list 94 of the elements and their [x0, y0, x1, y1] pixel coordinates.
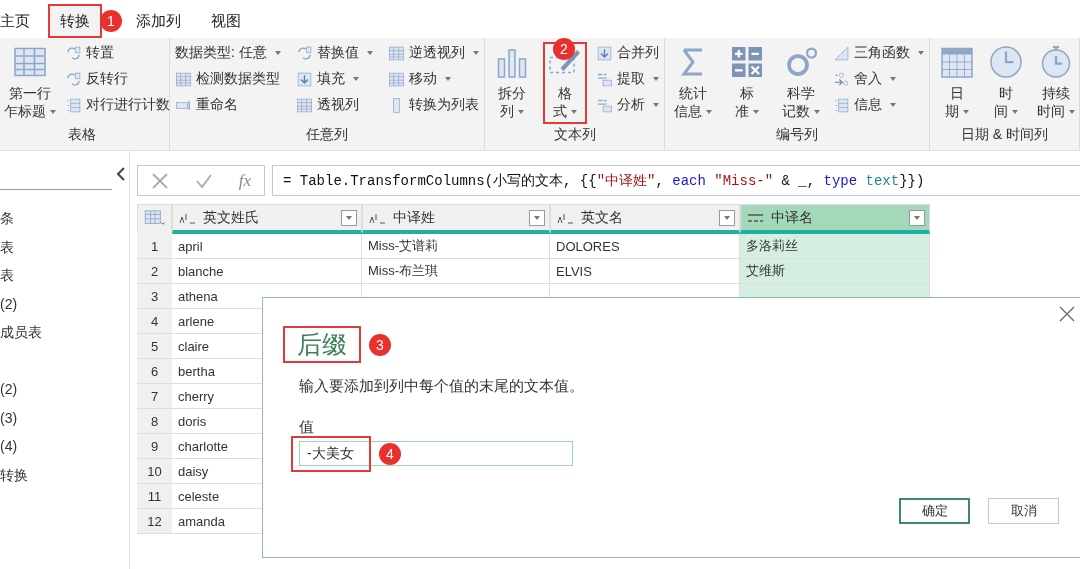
ribbon-button[interactable]: 信息 — [833, 94, 924, 116]
table-icon — [388, 44, 405, 62]
ribbon-tab[interactable]: 视图 — [199, 4, 253, 38]
field-label: 值 — [299, 418, 314, 437]
group-label: 编号列 — [775, 126, 819, 144]
table-cell: april — [172, 234, 362, 259]
table-icon — [175, 70, 192, 88]
table-cell: 多洛莉丝 — [740, 234, 930, 259]
table-icon — [295, 96, 313, 114]
ribbon-tab[interactable]: 添加列 — [124, 4, 193, 38]
list-icon — [65, 96, 82, 114]
ribbon-button[interactable]: 移动 — [388, 68, 479, 90]
column-header[interactable]: 英文名 — [550, 204, 740, 234]
row-number: 5 — [137, 334, 172, 359]
column-header[interactable]: 中译名 — [740, 204, 930, 234]
ribbon-button[interactable]: 分析 — [596, 94, 659, 116]
query-item[interactable]: 表 — [0, 238, 129, 268]
cancel-icon[interactable] — [150, 171, 169, 190]
ribbon-button[interactable]: 合并列 — [596, 42, 659, 64]
query-item[interactable]: 转换 — [0, 466, 129, 496]
query-item[interactable]: 成员表 — [0, 324, 129, 353]
dialog-button[interactable]: 确定 — [899, 498, 970, 524]
table-cell: 艾维斯 — [740, 259, 930, 284]
row-number: 7 — [137, 384, 172, 409]
row-number: 6 — [137, 359, 172, 384]
callout-badge: 1 — [100, 10, 122, 32]
filter-dropdown[interactable] — [909, 209, 925, 226]
row-number: 4 — [137, 309, 172, 334]
arrows-icon — [65, 44, 82, 62]
callout-badge: 2 — [553, 38, 575, 60]
list-icon — [833, 96, 850, 114]
ribbon-tab[interactable]: 转换 — [48, 4, 102, 38]
ribbon-button[interactable]: 三角函数 — [833, 42, 924, 64]
ribbon-button[interactable]: 转置 — [65, 42, 170, 64]
group-label: 任意列 — [305, 126, 349, 144]
ribbon-button[interactable]: 填充 — [295, 68, 373, 90]
ribbon-button[interactable]: 对行进行计数 — [65, 94, 170, 116]
table-icon — [388, 70, 405, 88]
row-number: 11 — [137, 484, 172, 509]
row-number: 9 — [137, 434, 172, 459]
triangle-icon — [833, 44, 850, 62]
table-cell: Miss-布兰琪 — [362, 259, 550, 284]
arrows-icon — [295, 44, 313, 62]
query-item[interactable]: 表 — [0, 267, 129, 296]
calculator-icon — [729, 44, 765, 80]
fx-label: fx — [238, 170, 252, 191]
row-number: 10 — [137, 459, 172, 484]
ribbon-button[interactable]: 标 准 — [725, 42, 769, 124]
group-label: 表格 — [67, 126, 97, 144]
ribbon-button[interactable]: 日 期 — [935, 42, 979, 124]
group-label: 文本列 — [552, 126, 597, 144]
formula-field[interactable]: = Table.TransformColumns(小写的文本, {{"中译姓", each "Miss-" & _, type text}}) — [272, 165, 1080, 196]
row-number: 2 — [137, 259, 172, 284]
group-label: 日期 & 时间列 — [959, 126, 1050, 144]
dialog-button[interactable]: 取消 — [988, 498, 1059, 524]
ribbon-button[interactable]: 转换为列表 — [388, 94, 479, 116]
filter-dropdown[interactable] — [719, 209, 735, 226]
close-icon[interactable] — [1059, 306, 1075, 322]
ribbon-button[interactable]: 逆透视列 — [388, 42, 479, 64]
query-item[interactable]: (4) — [0, 438, 129, 467]
row-number: 8 — [137, 409, 172, 434]
query-item[interactable]: 条 — [0, 210, 129, 239]
query-item[interactable]: (3) — [0, 409, 129, 439]
ribbon-button[interactable]: 时 间 — [984, 42, 1028, 124]
collapse-icon[interactable] — [116, 167, 126, 181]
ribbon-button[interactable]: 数据类型: 任意 — [175, 42, 281, 64]
arrows-icon — [65, 70, 82, 88]
table-cell: Miss-艾谱莉 — [362, 234, 550, 259]
ribbon-button[interactable]: 提取 — [596, 68, 659, 90]
ribbon-button[interactable]: 统计 信息 — [670, 42, 716, 124]
ribbon-tab[interactable]: 主页 — [0, 4, 42, 38]
ribbon-button[interactable]: 科学 记数 — [778, 42, 824, 124]
column-header[interactable]: 英文姓氏 — [172, 204, 362, 234]
ribbon-button[interactable]: 第一行 乍标题 — [0, 42, 60, 124]
callout-badge: 3 — [369, 334, 391, 356]
column-header[interactable]: 中译姓 — [362, 204, 550, 234]
decimal-icon — [833, 70, 850, 88]
ribbon-button[interactable]: 重命名 — [175, 94, 281, 116]
table-cell: blanche — [172, 259, 362, 284]
ribbon-button[interactable]: 舍入 — [833, 68, 924, 90]
ribbon-button[interactable]: 替换值 — [295, 42, 373, 64]
query-item[interactable]: (2) — [0, 380, 129, 410]
ribbon-button[interactable]: 拆分 列 — [490, 42, 534, 124]
ribbon-button[interactable]: 反转行 — [65, 68, 170, 90]
filter-dropdown[interactable] — [529, 209, 545, 226]
ribbon-button[interactable]: 检测数据类型 — [175, 68, 281, 90]
ribbon-button[interactable]: 透视列 — [295, 94, 373, 116]
row-number: 3 — [137, 284, 172, 309]
ribbon-button[interactable]: 持续 时间 — [1033, 42, 1079, 124]
query-item[interactable]: (2) — [0, 295, 129, 325]
clock-icon — [988, 44, 1024, 80]
row-number: 12 — [137, 509, 172, 534]
filter-dropdown[interactable] — [341, 209, 357, 226]
row-number: 1 — [137, 234, 172, 259]
